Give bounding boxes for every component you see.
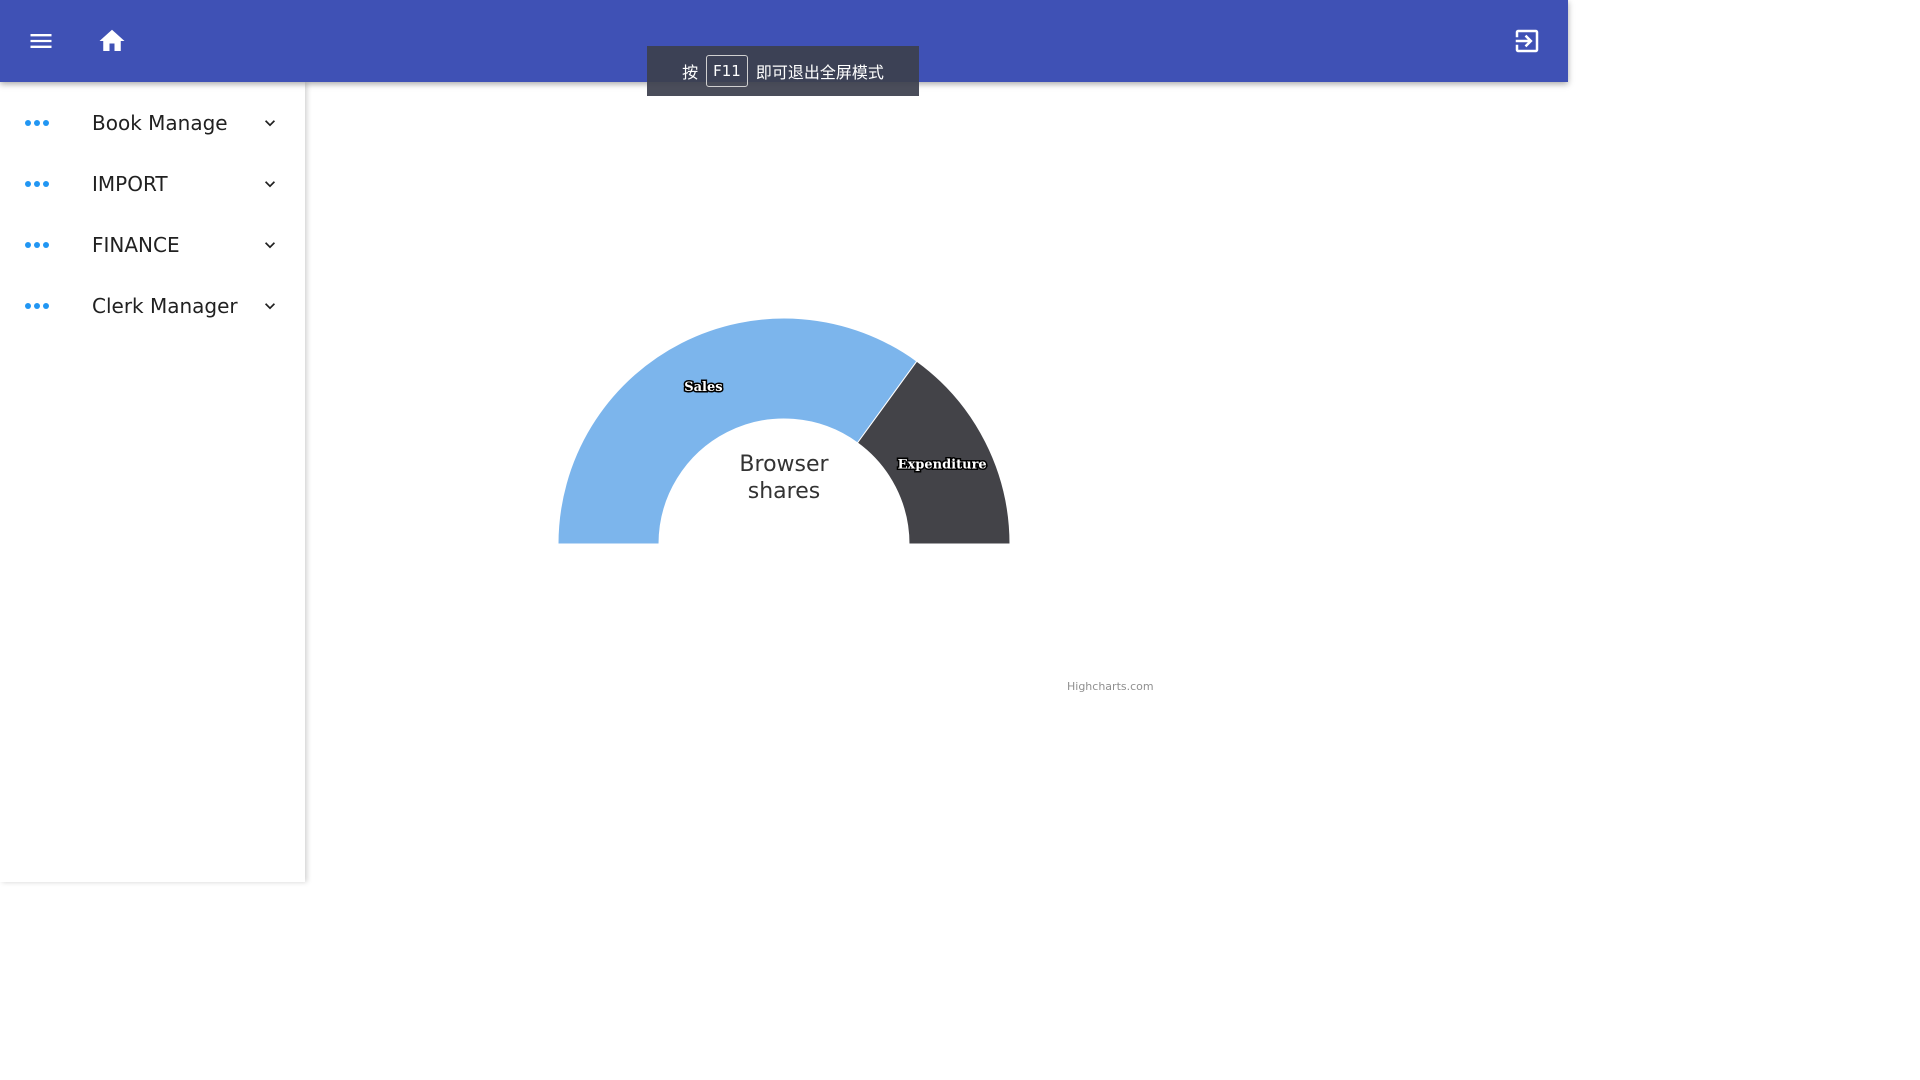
sidebar-item-label: Clerk Manager [92, 293, 238, 318]
home-icon [99, 29, 125, 51]
sidebar-item-finance[interactable]: FINANCE [0, 214, 305, 275]
chevron-down-icon[interactable] [260, 113, 280, 133]
chart-title-line-1: Browser [739, 452, 829, 477]
sidebar-item-label: IMPORT [92, 171, 168, 196]
exit-to-app-icon [1515, 29, 1539, 53]
sidebar: Book Manage IMPORT FINANCE Clerk Manager [0, 82, 305, 882]
more-horiz-icon [25, 180, 49, 188]
sidebar-item-label: Book Manage [92, 110, 228, 135]
chart-title-line-2: shares [748, 479, 820, 504]
menu-button[interactable] [21, 21, 61, 61]
chevron-down-icon[interactable] [260, 235, 280, 255]
home-button[interactable] [92, 21, 132, 61]
pie-slice-sales[interactable] [557, 317, 918, 545]
fullscreen-notice-prefix: 按 [682, 63, 699, 82]
more-horiz-icon [25, 241, 49, 249]
sidebar-item-book-manage[interactable]: Book Manage [0, 92, 305, 153]
f11-key-badge: F11 [706, 55, 748, 87]
logout-button[interactable] [1507, 21, 1547, 61]
chart-credits-link[interactable]: Highcharts.com [1067, 680, 1154, 693]
chevron-down-icon[interactable] [260, 174, 280, 194]
data-label-expenditure: Expenditure [898, 457, 987, 472]
sidebar-item-label: FINANCE [92, 232, 180, 257]
sidebar-item-import[interactable]: IMPORT [0, 153, 305, 214]
more-horiz-icon [25, 119, 49, 127]
fullscreen-notice-suffix: 即可退出全屏模式 [755, 63, 884, 82]
fullscreen-exit-notice: 按 F11 即可退出全屏模式 [647, 46, 919, 96]
chart-container: Browser shares Sales Expenditure Highchar… [306, 82, 1568, 882]
data-label-sales: Sales [684, 380, 722, 395]
menu-icon [30, 34, 52, 48]
semi-donut-chart: Browser shares Sales Expenditure Highchar… [557, 317, 1154, 693]
sidebar-item-clerk-manager[interactable]: Clerk Manager [0, 275, 305, 336]
more-horiz-icon [25, 302, 49, 310]
chevron-down-icon[interactable] [260, 296, 280, 316]
